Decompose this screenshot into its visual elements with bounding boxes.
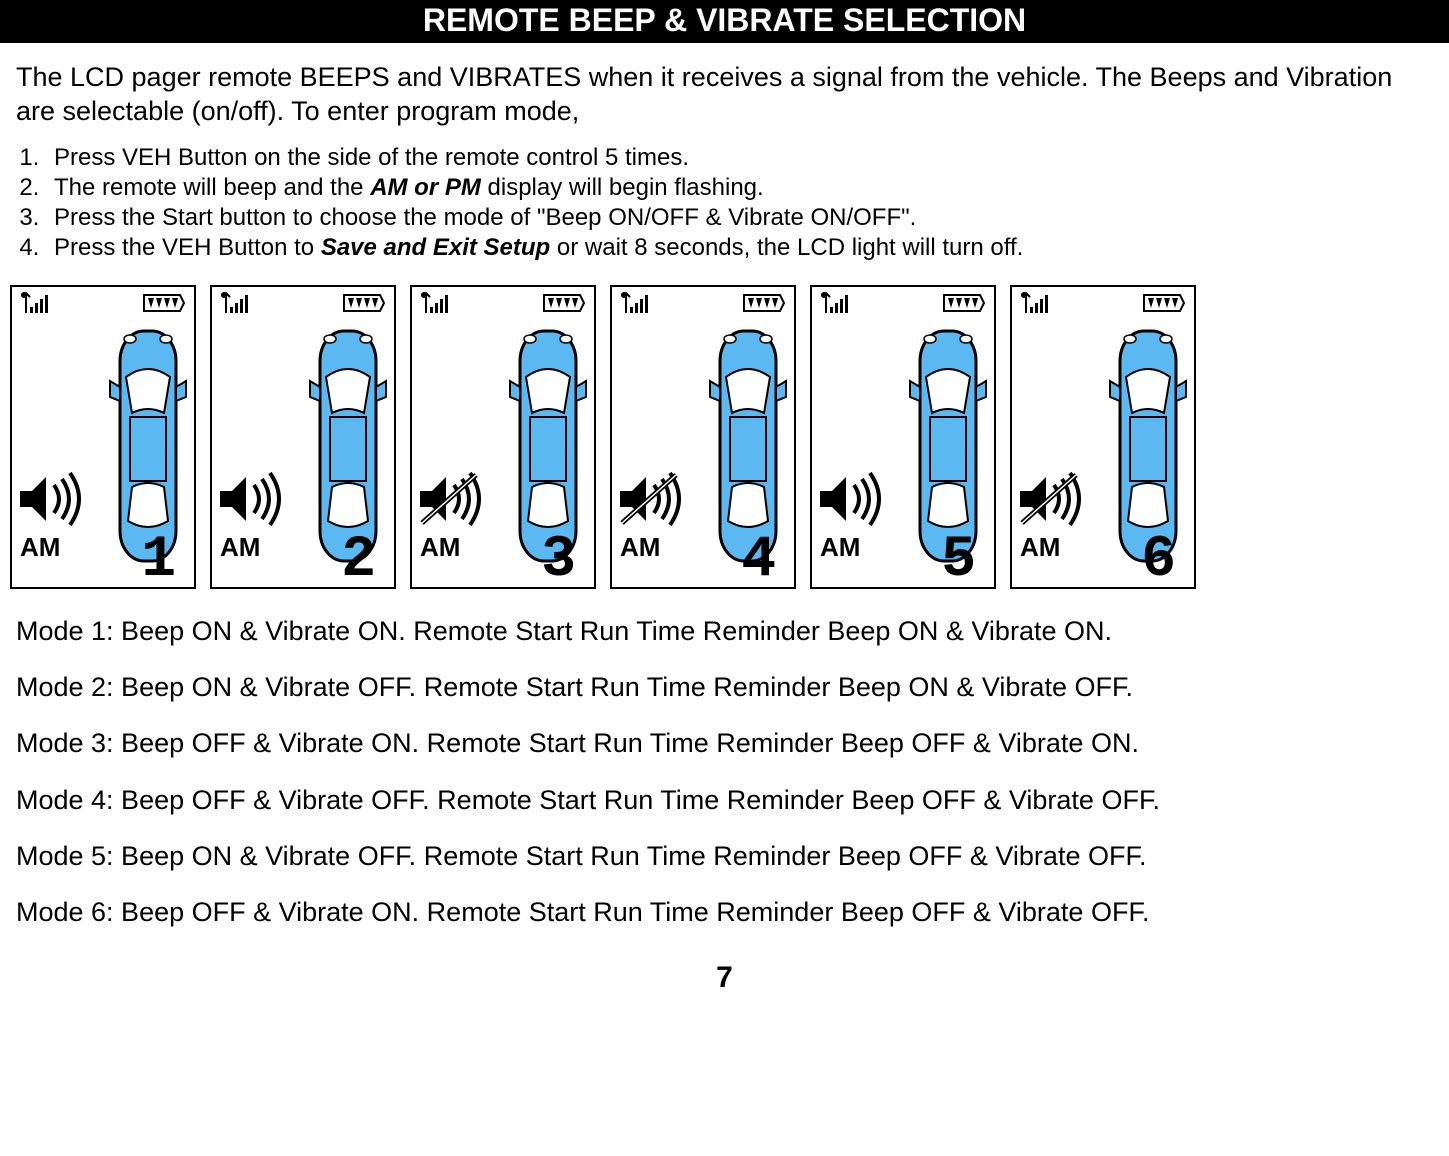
speaker-on-icon — [216, 471, 294, 531]
speaker-off-icon — [616, 471, 694, 531]
step-4: Press the VEH Button to Save and Exit Se… — [46, 233, 1433, 263]
signal-icon — [418, 291, 452, 319]
mode-line: Mode 5: Beep ON & Vibrate OFF. Remote St… — [16, 840, 1433, 872]
step-2: The remote will beep and the AM or PM di… — [46, 173, 1433, 203]
speaker-on-icon — [816, 471, 894, 531]
am-pm-label: AM — [220, 532, 260, 563]
speaker-off-icon — [1016, 471, 1094, 531]
signal-icon — [1018, 291, 1052, 319]
mode-line: Mode 2: Beep ON & Vibrate OFF. Remote St… — [16, 671, 1433, 703]
lcd-panel: AM1 — [10, 285, 196, 589]
am-pm-label: AM — [820, 532, 860, 563]
mode-line: Mode 6: Beep OFF & Vibrate ON. Remote St… — [16, 896, 1433, 928]
mode-digit: 4 — [741, 528, 774, 593]
step-1: Press VEH Button on the side of the remo… — [46, 143, 1433, 173]
battery-icon — [942, 291, 988, 319]
signal-icon — [818, 291, 852, 319]
battery-icon — [742, 291, 788, 319]
speaker-on-icon — [16, 471, 94, 531]
battery-icon — [342, 291, 388, 319]
am-pm-label: AM — [420, 532, 460, 563]
mode-line: Mode 1: Beep ON & Vibrate ON. Remote Sta… — [16, 615, 1433, 647]
am-pm-label: AM — [20, 532, 60, 563]
mode-digit: 6 — [1141, 528, 1174, 593]
page-number: 7 — [0, 953, 1449, 1011]
battery-icon — [1142, 291, 1188, 319]
lcd-panel: AM4 — [610, 285, 796, 589]
setup-steps-list: Press VEH Button on the side of the remo… — [0, 129, 1449, 263]
lcd-panel: AM3 — [410, 285, 596, 589]
mode-digit: 1 — [141, 528, 174, 593]
mode-digit: 5 — [941, 528, 974, 593]
am-pm-label: AM — [1020, 532, 1060, 563]
speaker-off-icon — [416, 471, 494, 531]
intro-paragraph: The LCD pager remote BEEPS and VIBRATES … — [0, 43, 1449, 129]
lcd-panel-row: AM1AM2AM3AM4AM5AM6 — [0, 263, 1449, 589]
lcd-panel: AM2 — [210, 285, 396, 589]
section-header: REMOTE BEEP & VIBRATE SELECTION — [0, 0, 1449, 43]
signal-icon — [18, 291, 52, 319]
mode-descriptions: Mode 1: Beep ON & Vibrate ON. Remote Sta… — [0, 589, 1449, 929]
step-3: Press the Start button to choose the mod… — [46, 203, 1433, 233]
am-pm-label: AM — [620, 532, 660, 563]
mode-digit: 2 — [341, 528, 374, 593]
battery-icon — [142, 291, 188, 319]
signal-icon — [218, 291, 252, 319]
lcd-panel: AM5 — [810, 285, 996, 589]
mode-line: Mode 3: Beep OFF & Vibrate ON. Remote St… — [16, 727, 1433, 759]
lcd-panel: AM6 — [1010, 285, 1196, 589]
battery-icon — [542, 291, 588, 319]
signal-icon — [618, 291, 652, 319]
mode-digit: 3 — [541, 528, 574, 593]
mode-line: Mode 4: Beep OFF & Vibrate OFF. Remote S… — [16, 784, 1433, 816]
